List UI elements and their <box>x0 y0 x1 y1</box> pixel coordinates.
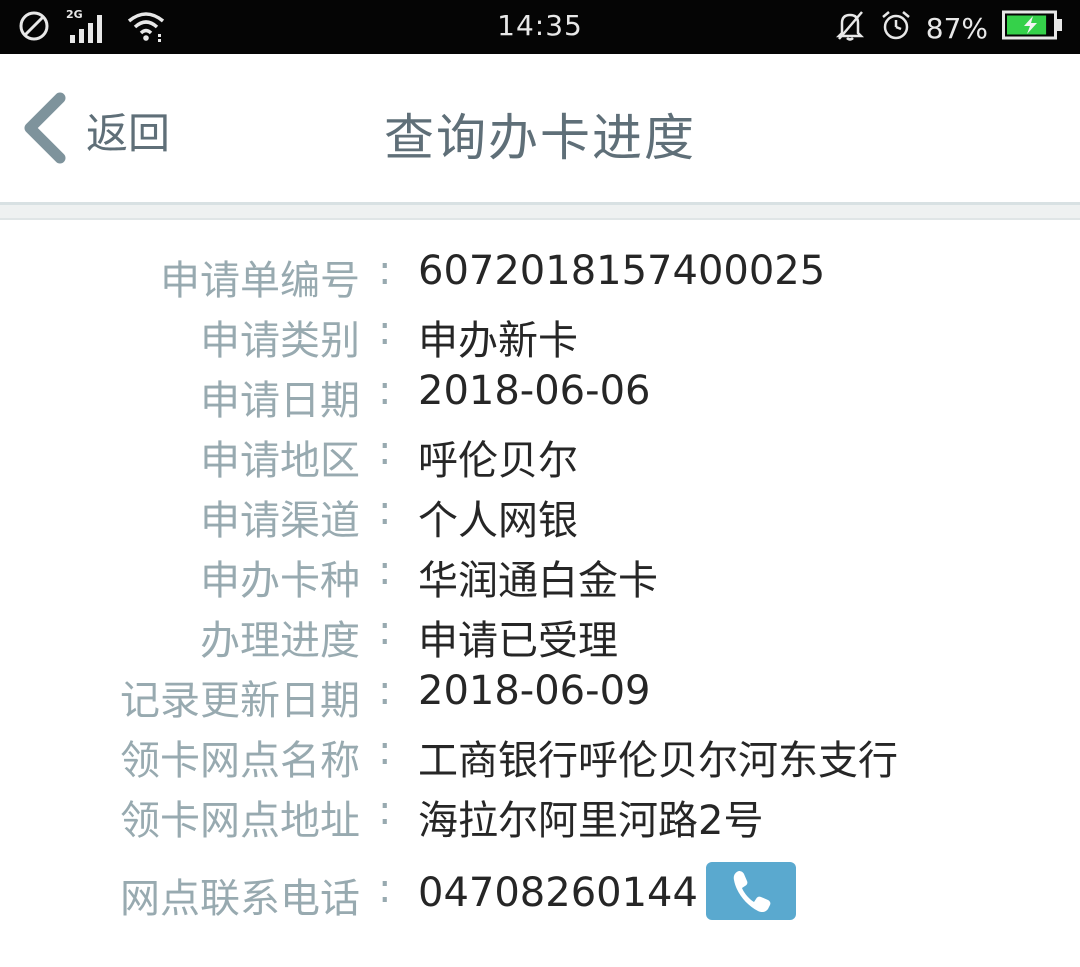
detail-label: 申请渠道 <box>200 498 360 544</box>
detail-value[interactable]: 04708260144 <box>418 870 698 916</box>
detail-label: 申请地区 <box>200 438 360 484</box>
detail-value: 个人网银 <box>418 498 578 544</box>
detail-label: 领卡网点名称 <box>120 738 360 784</box>
phone-icon <box>733 871 771 913</box>
detail-label: 办理进度 <box>200 618 360 664</box>
detail-separator: : <box>378 668 392 714</box>
detail-separator: : <box>378 548 392 594</box>
navigation-header: 返回 查询办卡进度 <box>0 54 1080 202</box>
detail-separator: : <box>378 866 392 912</box>
phone-value-group: 04708260144 <box>418 862 796 924</box>
detail-label: 记录更新日期 <box>120 678 360 724</box>
detail-separator: : <box>378 608 392 654</box>
detail-row-application-channel: 申请渠道 : 个人网银 <box>0 488 1080 548</box>
detail-label: 申请类别 <box>200 318 360 364</box>
battery-charging-icon <box>1002 10 1064 47</box>
battery-percent: 87% <box>925 12 988 45</box>
detail-label: 申请单编号 <box>160 258 360 304</box>
status-right-icons: 87% <box>834 9 1064 48</box>
detail-row-branch-name: 领卡网点名称 : 工商银行呼伦贝尔河东支行 <box>0 728 1080 788</box>
detail-label: 申办卡种 <box>200 558 360 604</box>
detail-value: 申请已受理 <box>418 618 618 664</box>
detail-value: 呼伦贝尔 <box>418 438 578 484</box>
detail-separator: : <box>378 728 392 774</box>
detail-value: 2018-06-09 <box>418 668 651 714</box>
detail-row-application-date: 申请日期 : 2018-06-06 <box>0 368 1080 428</box>
call-button[interactable] <box>705 862 796 920</box>
status-bar: 2G 14:35 87% <box>0 0 1080 54</box>
detail-row-application-type: 申请类别 : 申办新卡 <box>0 308 1080 368</box>
detail-row-branch-phone: 网点联系电话 : 04708260144 <box>0 862 1080 926</box>
detail-value: 2018-06-06 <box>418 368 651 414</box>
detail-separator: : <box>378 248 392 294</box>
detail-separator: : <box>378 368 392 414</box>
detail-separator: : <box>378 488 392 534</box>
page-title: 查询办卡进度 <box>384 109 696 167</box>
detail-row-update-date: 记录更新日期 : 2018-06-09 <box>0 668 1080 728</box>
bell-off-icon <box>834 9 866 48</box>
alarm-icon <box>880 9 912 48</box>
detail-value: 海拉尔阿里河路2号 <box>418 798 764 844</box>
detail-value: 华润通白金卡 <box>418 558 658 604</box>
detail-row-application-number: 申请单编号 : 6072018157400025 <box>0 248 1080 308</box>
detail-value: 申办新卡 <box>418 318 578 364</box>
detail-label: 网点联系电话 <box>120 876 360 922</box>
detail-label: 申请日期 <box>200 378 360 424</box>
detail-row-application-region: 申请地区 : 呼伦贝尔 <box>0 428 1080 488</box>
detail-row-card-type: 申办卡种 : 华润通白金卡 <box>0 548 1080 608</box>
detail-row-branch-address: 领卡网点地址 : 海拉尔阿里河路2号 <box>0 788 1080 848</box>
detail-separator: : <box>378 308 392 354</box>
detail-value: 6072018157400025 <box>418 248 826 294</box>
detail-separator: : <box>378 788 392 834</box>
detail-label: 领卡网点地址 <box>120 798 360 844</box>
detail-value: 工商银行呼伦贝尔河东支行 <box>418 738 898 784</box>
detail-row-progress: 办理进度 : 申请已受理 <box>0 608 1080 668</box>
detail-separator: : <box>378 428 392 474</box>
header-divider <box>0 202 1080 220</box>
